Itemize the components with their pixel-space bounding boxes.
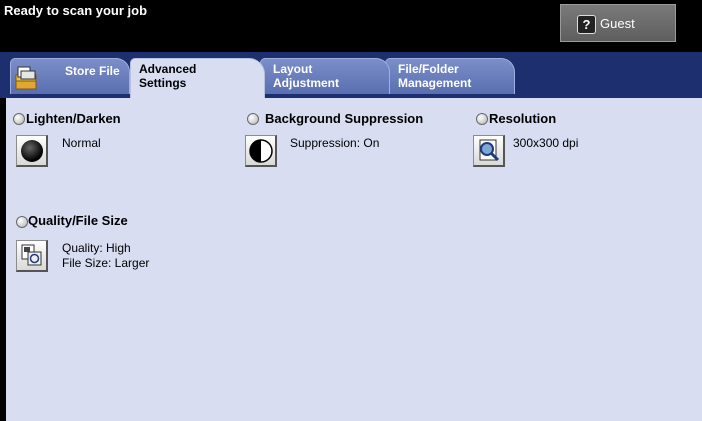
quality-value: Quality: High [62, 241, 131, 255]
tab-label-line2: Management [398, 76, 472, 90]
background-suppression-icon [249, 139, 273, 163]
advanced-settings-panel: Lighten/Darken Normal Background Suppres… [6, 98, 702, 421]
resolution-value: 300x300 dpi [513, 136, 579, 150]
lighten-darken-icon [21, 140, 43, 162]
guest-label: Guest [600, 16, 635, 31]
tab-advanced-settings[interactable]: Advanced Settings [130, 58, 265, 100]
tab-layout-adjustment[interactable]: Layout Adjustment [260, 58, 390, 94]
quality-file-size-icon [21, 244, 42, 266]
background-suppression-button[interactable] [245, 135, 277, 167]
tab-label-line2: Adjustment [273, 76, 339, 90]
store-file-icon [15, 66, 37, 90]
radio-indicator [16, 216, 28, 228]
lighten-darken-title: Lighten/Darken [26, 111, 121, 126]
lighten-darken-value: Normal [62, 136, 101, 150]
file-size-value: File Size: Larger [62, 256, 150, 270]
tab-store-file[interactable]: Store File [10, 58, 130, 94]
resolution-icon [479, 139, 500, 162]
tab-label-line2: Settings [139, 76, 187, 90]
radio-indicator [476, 113, 488, 125]
radio-indicator [13, 113, 25, 125]
radio-indicator [247, 113, 259, 125]
resolution-title: Resolution [489, 111, 557, 126]
tab-file-folder-management[interactable]: File/Folder Management [385, 58, 515, 94]
help-icon: ? [577, 15, 596, 34]
quality-file-size-title: Quality/File Size [28, 213, 128, 228]
tab-store-file-label: Store File [65, 64, 120, 78]
resolution-button[interactable] [473, 135, 505, 167]
status-bar: Ready to scan your job ? Guest [0, 0, 702, 52]
guest-button[interactable]: ? Guest [560, 4, 676, 42]
quality-file-size-button[interactable] [16, 240, 48, 272]
tab-label-line1: Advanced [139, 62, 197, 76]
background-suppression-value: Suppression: On [290, 136, 380, 150]
tab-label-line1: Layout [273, 62, 313, 76]
status-message: Ready to scan your job [4, 3, 148, 18]
lighten-darken-button[interactable] [16, 135, 48, 167]
background-suppression-title: Background Suppression [265, 111, 424, 126]
tab-label-line1: File/Folder [398, 62, 459, 76]
